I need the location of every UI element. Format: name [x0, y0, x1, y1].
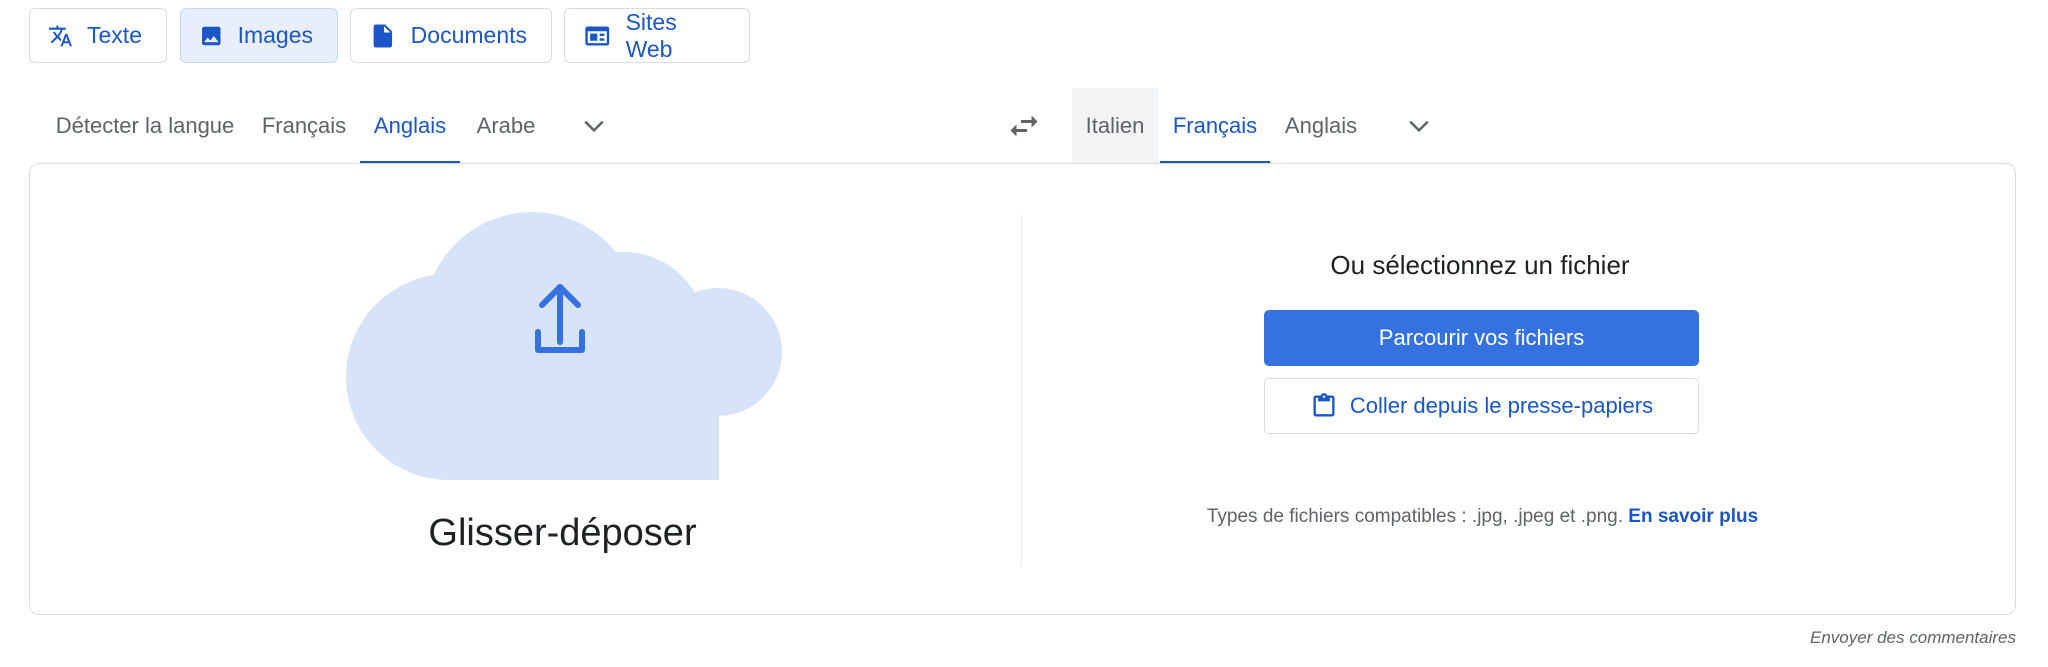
image-icon	[202, 26, 221, 45]
tab-documents-label: Documents	[410, 22, 527, 48]
tab-images[interactable]: Images	[180, 8, 338, 63]
drop-zone-label: Glisser-déposer	[428, 512, 697, 554]
target-lang-italien[interactable]: Italien	[1072, 88, 1158, 164]
cloud-upload-icon[interactable]	[344, 212, 782, 480]
document-icon	[373, 23, 393, 48]
file-types-info: Types de fichiers compatibles : .jpg, .j…	[1100, 506, 1865, 528]
select-file-heading: Ou sélectionnez un fichier	[1330, 250, 1630, 280]
source-lang-arabe[interactable]: Arabe	[464, 88, 548, 164]
clipboard-icon	[1313, 393, 1335, 417]
learn-more-link[interactable]: En savoir plus	[1628, 506, 1758, 527]
browse-files-button[interactable]: Parcourir vos fichiers	[1264, 310, 1699, 366]
tab-texte[interactable]: Texte	[29, 8, 167, 63]
paste-button-label: Coller depuis le presse-papiers	[1349, 393, 1654, 418]
tab-sites-web[interactable]: Sites Web	[564, 8, 750, 63]
target-lang-francais[interactable]: Français	[1160, 88, 1270, 164]
website-icon	[585, 25, 610, 46]
tab-texte-label: Texte	[87, 22, 142, 48]
swap-languages-icon[interactable]	[1006, 108, 1042, 144]
source-lang-detect[interactable]: Détecter la langue	[40, 88, 250, 164]
source-lang-francais[interactable]: Français	[252, 88, 356, 164]
chevron-down-icon[interactable]	[579, 111, 609, 141]
tab-images-label: Images	[237, 22, 313, 48]
chevron-down-icon[interactable]	[1404, 111, 1434, 141]
file-types-text: Types de fichiers compatibles : .jpg, .j…	[1206, 506, 1623, 527]
send-feedback-link[interactable]: Envoyer des commentaires	[1810, 628, 2016, 648]
paste-from-clipboard-button[interactable]: Coller depuis le presse-papiers	[1264, 378, 1699, 434]
source-lang-anglais[interactable]: Anglais	[360, 88, 460, 164]
target-lang-anglais[interactable]: Anglais	[1276, 88, 1366, 164]
translate-icon	[49, 25, 72, 46]
panel-divider	[1021, 215, 1022, 565]
tab-documents[interactable]: Documents	[350, 8, 552, 63]
tab-sites-web-label: Sites Web	[625, 8, 677, 62]
